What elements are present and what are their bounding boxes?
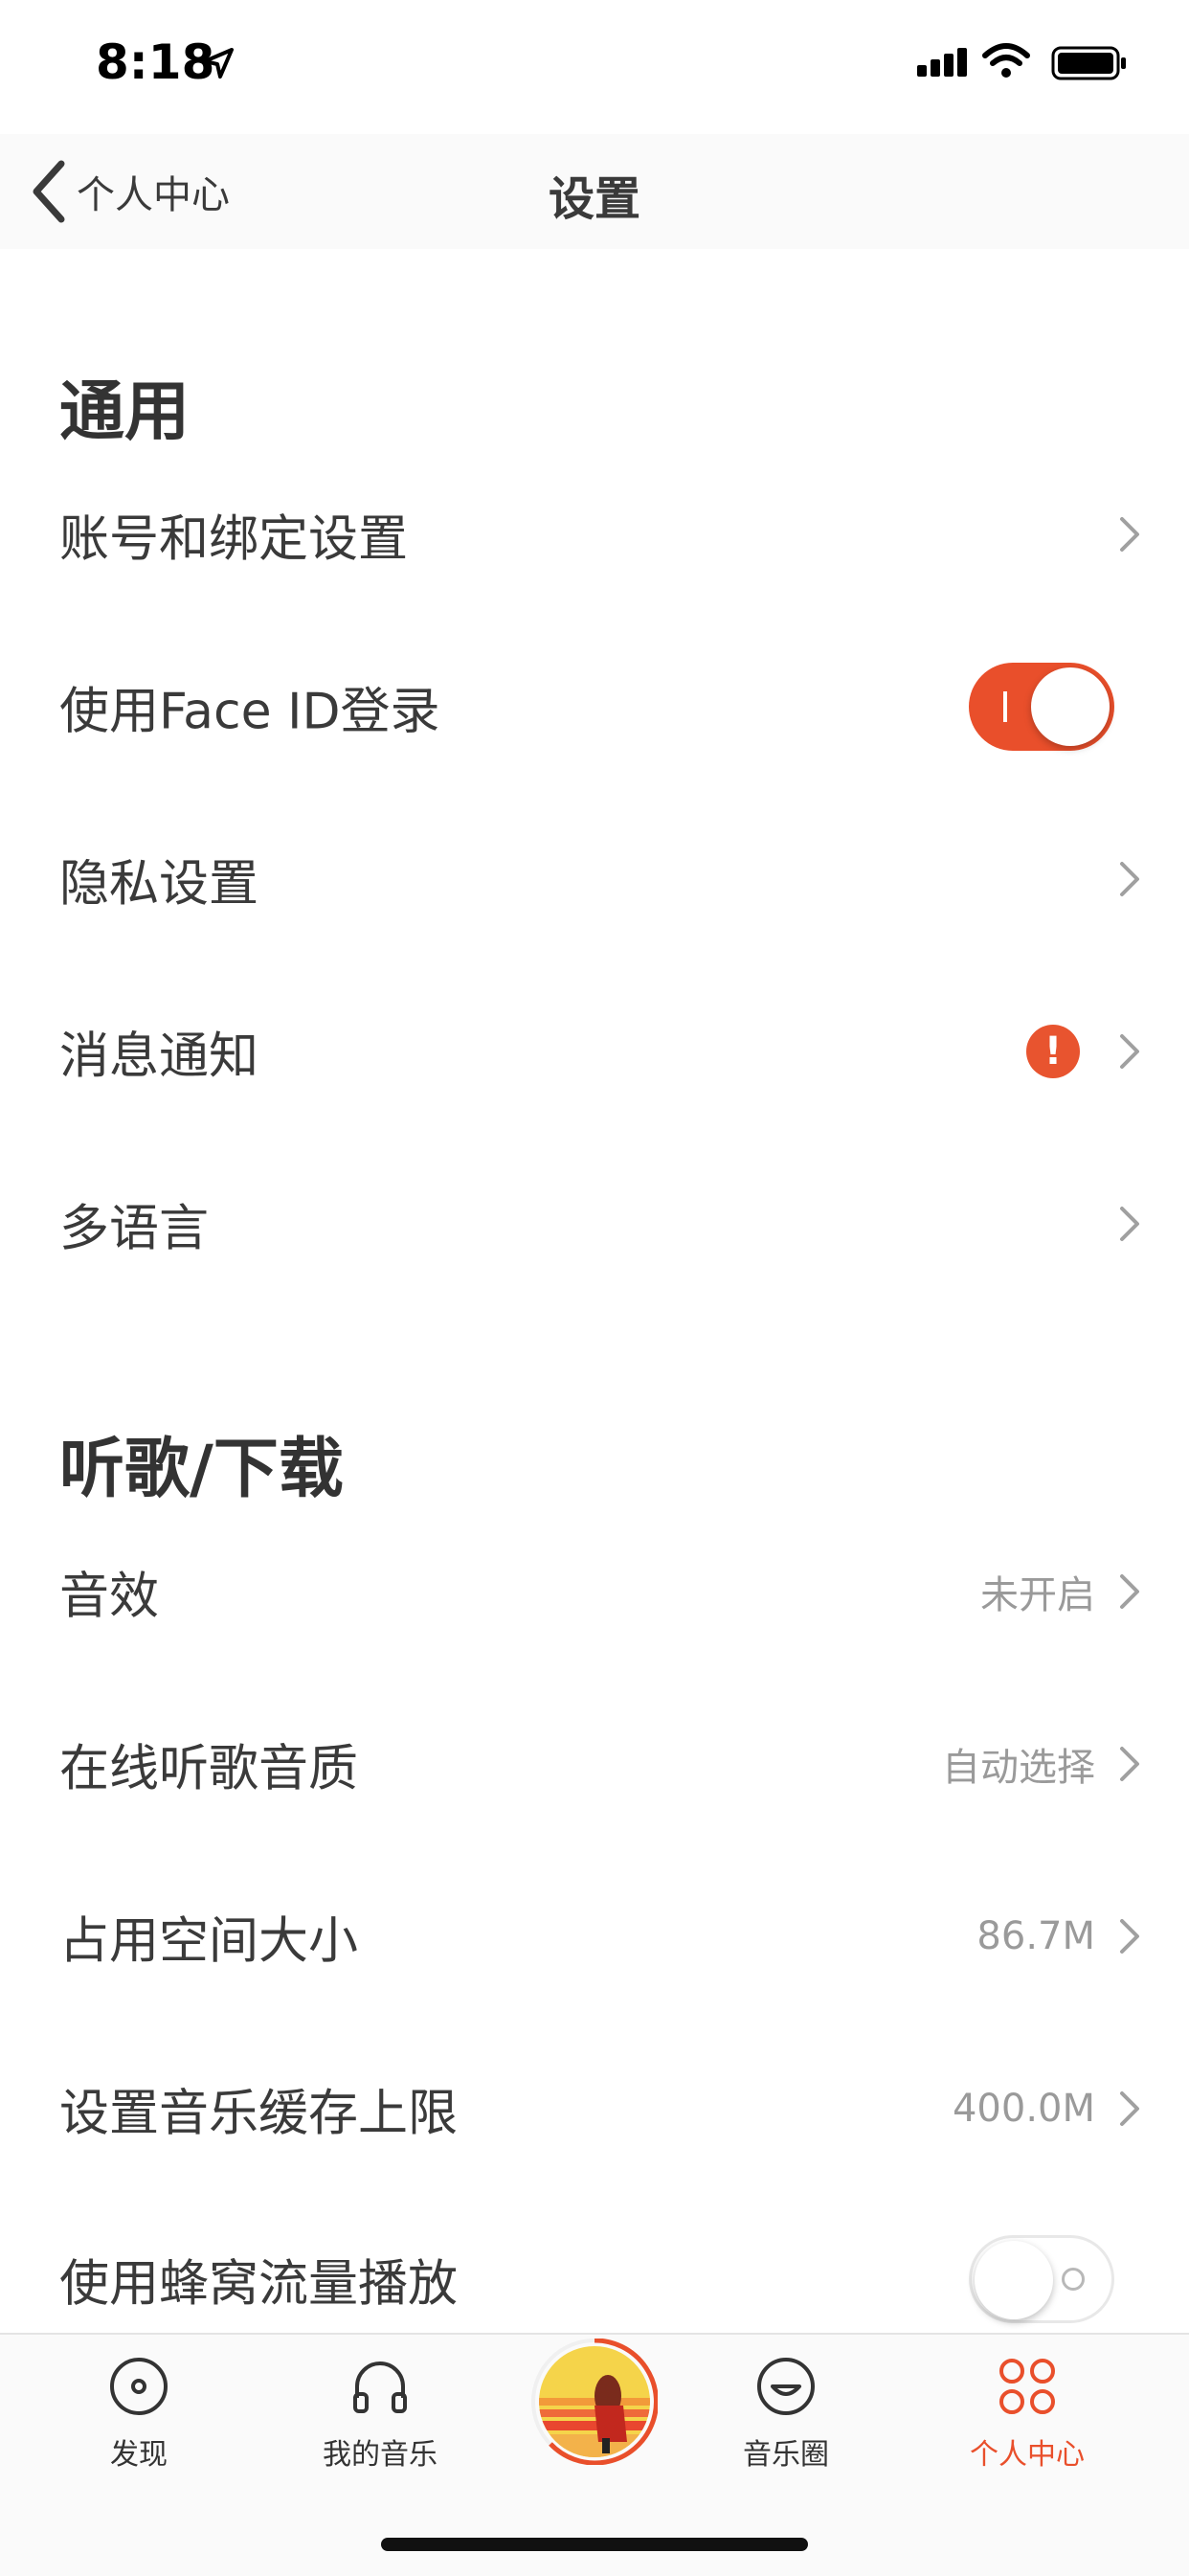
row-label: 使用Face ID登录	[59, 683, 440, 741]
row-value: 400.0M	[952, 2087, 1095, 2131]
row-sound-effect[interactable]: 音效 未开启	[0, 1505, 1189, 1678]
row-privacy-settings[interactable]: 隐私设置	[0, 793, 1189, 965]
tab-my-music[interactable]: 我的音乐	[284, 2335, 476, 2478]
cellular-signal-icon	[917, 48, 967, 77]
row-face-id-login: 使用Face ID登录	[0, 621, 1189, 793]
row-label: 设置音乐缓存上限	[59, 2085, 459, 2143]
tab-label: 个人中心	[970, 2438, 1085, 2472]
chevron-right-icon	[1120, 1747, 1139, 1781]
row-value: 86.7M	[976, 1914, 1095, 1958]
row-label: 在线听歌音质	[59, 1740, 359, 1798]
navigation-bar: 个人中心 设置	[0, 134, 1189, 249]
home-indicator	[381, 2538, 808, 2551]
album-cover-icon	[531, 2338, 659, 2466]
row-notifications[interactable]: 消息通知 !	[0, 965, 1189, 1138]
row-label: 多语言	[59, 1200, 210, 1258]
location-arrow-icon	[203, 48, 234, 79]
row-cache-limit[interactable]: 设置音乐缓存上限 400.0M	[0, 2022, 1189, 2195]
alert-icon: !	[1026, 1025, 1080, 1078]
tab-bar: 发现 我的音乐 音乐圈 个人中心	[0, 2333, 1189, 2576]
row-account-binding[interactable]: 账号和绑定设置	[0, 448, 1189, 621]
row-label: 占用空间大小	[59, 1912, 359, 1971]
toggle-on-mark	[1003, 691, 1007, 722]
row-label: 隐私设置	[59, 855, 259, 914]
chevron-right-icon	[1120, 1919, 1139, 1954]
toggle-knob	[975, 2241, 1053, 2319]
row-label: 消息通知	[59, 1028, 259, 1086]
status-bar: 8:18	[0, 0, 1189, 134]
smile-icon	[757, 2358, 815, 2415]
chevron-right-icon	[1120, 517, 1139, 552]
now-playing-button[interactable]	[531, 2338, 659, 2466]
row-label: 音效	[59, 1568, 160, 1626]
grid-icon	[999, 2359, 1055, 2414]
row-label: 使用蜂窝流量播放	[59, 2255, 459, 2314]
tab-music-circle[interactable]: 音乐圈	[690, 2335, 882, 2478]
chevron-right-icon	[1120, 1207, 1139, 1241]
section-title-general: 通用	[59, 374, 191, 450]
row-value: 自动选择	[942, 1746, 1095, 1790]
disc-icon	[110, 2358, 168, 2415]
row-value: 未开启	[980, 1573, 1095, 1617]
battery-icon	[1051, 46, 1126, 80]
cellular-toggle[interactable]	[969, 2235, 1114, 2323]
row-language[interactable]: 多语言	[0, 1138, 1189, 1310]
toggle-knob	[1031, 667, 1110, 746]
section-title-listen-download: 听歌/下载	[59, 1432, 344, 1507]
tab-label: 我的音乐	[323, 2438, 437, 2472]
chevron-right-icon	[1120, 2091, 1139, 2126]
tab-label: 音乐圈	[743, 2438, 829, 2472]
tab-discover[interactable]: 发现	[43, 2335, 235, 2478]
wifi-icon	[982, 43, 1030, 78]
row-label: 账号和绑定设置	[59, 510, 409, 569]
status-time: 8:18	[96, 34, 215, 90]
row-storage-usage[interactable]: 占用空间大小 86.7M	[0, 1850, 1189, 2022]
chevron-right-icon	[1120, 1574, 1139, 1609]
page-title: 设置	[548, 172, 640, 226]
toggle-off-mark	[1062, 2268, 1085, 2291]
chevron-right-icon	[1120, 1034, 1139, 1069]
tab-label: 发现	[110, 2438, 168, 2472]
tab-personal-center[interactable]: 个人中心	[931, 2335, 1123, 2478]
row-online-quality[interactable]: 在线听歌音质 自动选择	[0, 1678, 1189, 1850]
headphones-icon	[353, 2361, 407, 2413]
chevron-right-icon	[1120, 862, 1139, 896]
face-id-toggle[interactable]	[969, 663, 1114, 751]
